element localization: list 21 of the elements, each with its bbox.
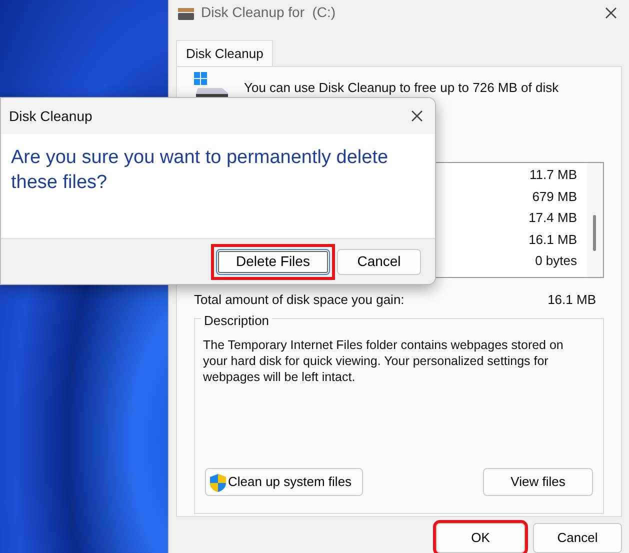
tab[interactable]: Disk Cleanup bbox=[176, 40, 274, 66]
intro-text: You can use Disk Cleanup to free up to 726 MB of disk bbox=[244, 78, 559, 97]
file-size: 679 MB bbox=[532, 188, 577, 206]
total-label: Total amount of disk space you gain: bbox=[194, 291, 404, 310]
view-files-button[interactable]: View files bbox=[483, 468, 593, 496]
clean-up-system-files-button[interactable]: Clean up system files bbox=[205, 468, 363, 496]
file-size: 17.4 MB bbox=[528, 209, 577, 228]
file-size: 11.7 MB bbox=[530, 166, 577, 184]
delete-files-button[interactable]: Delete Files bbox=[216, 248, 330, 274]
file-size: 0 bytes bbox=[535, 252, 577, 270]
file-size: 16.1 MB bbox=[528, 230, 577, 249]
shield-icon bbox=[210, 472, 226, 492]
window-title: Disk Cleanup for (C:) bbox=[201, 3, 336, 22]
cancel-button[interactable]: Cancel bbox=[337, 248, 421, 274]
dialog-title: Disk Cleanup bbox=[9, 106, 92, 126]
scroll-thumb[interactable] bbox=[593, 215, 596, 252]
description-text: The Temporary Internet Files folder contains webpages stored on your hard disk for quick viewing. Your personalized settings for webpages will be left intact. bbox=[203, 336, 564, 386]
total-value: 16.1 MB bbox=[548, 291, 596, 310]
ok-button[interactable]: OK bbox=[436, 523, 525, 553]
confirm-message: Are you sure you want to permanently delete these files? bbox=[11, 147, 388, 193]
cancel-button[interactable]: Cancel bbox=[533, 523, 622, 553]
